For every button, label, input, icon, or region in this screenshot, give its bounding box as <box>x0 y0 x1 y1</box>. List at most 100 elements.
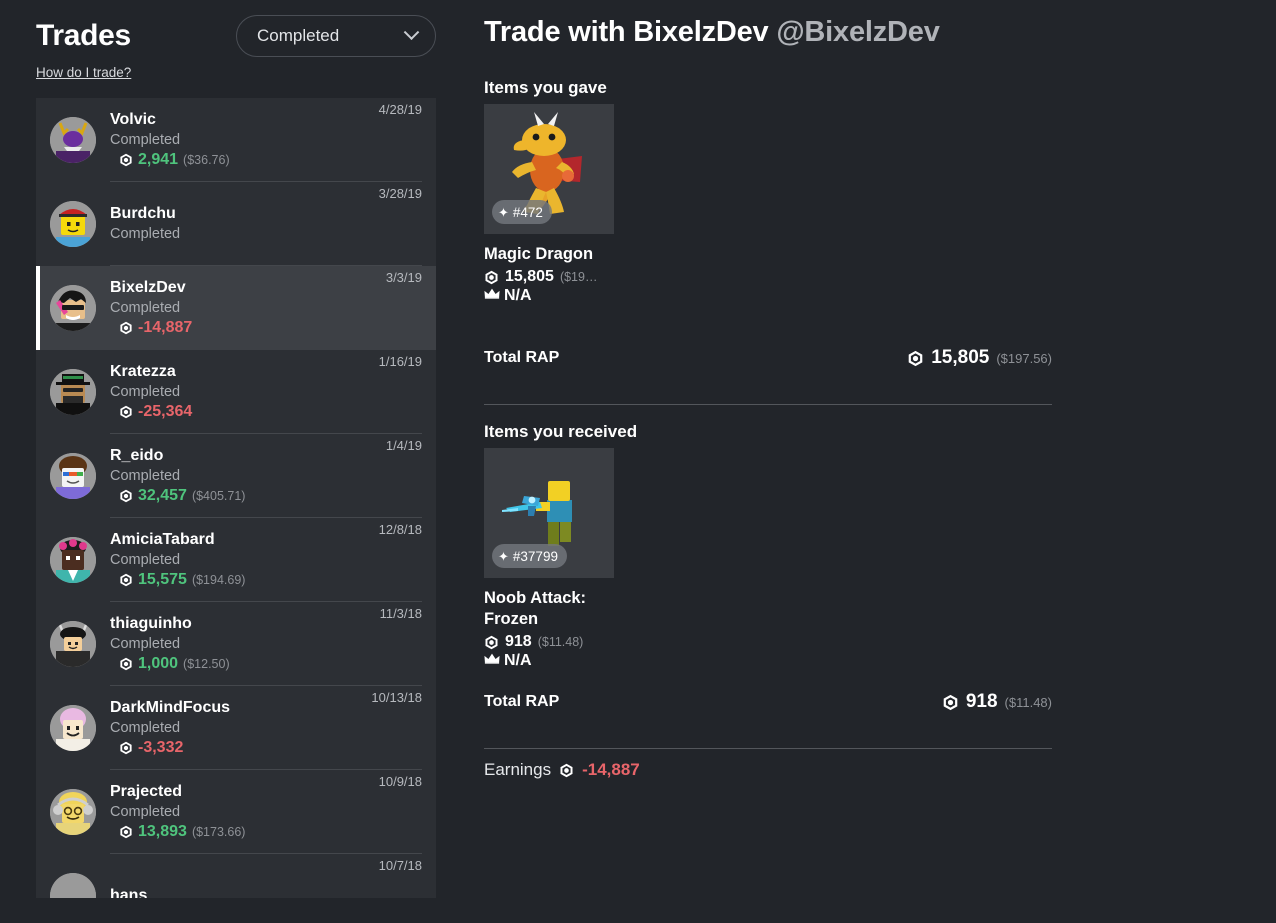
gave-item-value-line: N/A <box>484 287 684 305</box>
robux-icon <box>119 573 133 587</box>
gave-item-rap: 15,805 <box>505 268 554 285</box>
trade-status: Completed <box>110 719 181 736</box>
sidebar-header: Trades Completed <box>36 14 436 58</box>
avatar <box>50 285 96 331</box>
trade-title-handle: @BixelzDev <box>776 16 940 48</box>
trade-list-item-body: 10/9/18 Prajected Completed 13,893 ($173.66) <box>110 770 422 854</box>
trade-date: 12/8/18 <box>378 522 422 537</box>
received-total-rap-value-group: 918 ($11.48) <box>942 691 1052 713</box>
trade-list-item-body: 1/16/19 Kratezza Completed -25,364 <box>110 350 422 434</box>
trade-amount: 2,941 <box>138 150 179 168</box>
gave-item-value: N/A <box>504 287 532 304</box>
trade-date: 1/4/19 <box>385 438 422 453</box>
trade-list-item[interactable]: 10/9/18 Prajected Completed 13,893 ($173.66) <box>36 770 436 854</box>
trade-status: Completed <box>110 383 181 400</box>
gave-item-serial-badge: ✦ #472 <box>492 200 552 224</box>
trade-list-item[interactable]: 1/4/19 R_eido Completed 32,457 ($405.71) <box>36 434 436 518</box>
trade-list-item[interactable]: 11/3/18 thiaguinho Completed 1,000 ($12.50) <box>36 602 436 686</box>
trade-partner-name: Prajected <box>110 782 183 800</box>
trade-list[interactable]: 4/28/19 Volvic Completed 2,941 ($36.76) 3/28/… <box>36 98 436 898</box>
trade-value-line: 15,575 ($194.69) <box>110 570 418 590</box>
earnings-row: Earnings -14,887 <box>484 760 640 780</box>
avatar <box>50 789 96 835</box>
robux-icon <box>119 741 133 755</box>
robux-icon <box>119 405 133 419</box>
avatar <box>50 537 96 583</box>
gave-item-name[interactable]: Magic Dragon <box>484 244 612 265</box>
trade-amount-usd: ($36.76) <box>183 152 230 167</box>
trade-date: 1/16/19 <box>378 354 422 369</box>
trade-partner-name: Volvic <box>110 110 156 128</box>
trade-date: 11/3/18 <box>379 606 422 621</box>
trade-list-item[interactable]: 10/7/18 hans <box>36 854 436 898</box>
received-total-rap-amount: 918 <box>965 691 998 712</box>
trade-amount: 1,000 <box>138 654 179 672</box>
trade-partner-name: R_eido <box>110 446 164 464</box>
trade-date: 3/28/19 <box>378 186 422 201</box>
how-do-i-trade-link[interactable]: How do I trade? <box>36 65 131 80</box>
avatar <box>50 117 96 163</box>
crown-icon <box>484 287 500 305</box>
robux-icon <box>119 657 133 671</box>
gave-item-rap-line: 15,805 ($19… <box>484 268 684 286</box>
avatar <box>50 201 96 247</box>
trade-value-line: 1,000 ($12.50) <box>110 654 418 674</box>
robux-icon <box>484 270 499 285</box>
received-item-rap-usd: ($11.48) <box>537 635 584 649</box>
robux-icon <box>119 489 133 503</box>
received-item-value-line: N/A <box>484 652 684 670</box>
trade-list-item[interactable]: 3/3/19 BixelzDev Completed -14,887 <box>36 266 436 350</box>
robux-icon <box>942 694 959 711</box>
trade-amount: -14,887 <box>138 319 193 336</box>
trade-detail-title: Trade with BixelzDev @BixelzDev <box>484 16 940 49</box>
received-item-value: N/A <box>504 652 532 669</box>
received-item-name[interactable]: Noob Attack: Frozen <box>484 588 612 630</box>
robux-icon <box>907 350 924 367</box>
trade-status: Completed <box>110 131 181 148</box>
trade-status: Completed <box>110 803 181 820</box>
avatar <box>50 873 96 898</box>
trade-value-line: -14,887 <box>110 318 418 338</box>
gave-item-thumbnail[interactable]: ✦ #472 <box>484 104 614 234</box>
trades-sidebar: Trades Completed How do I trade? 4/28/19… <box>0 0 450 923</box>
gave-item-card[interactable]: ✦ #472 Magic Dragon 15,805 ($19… N/A <box>484 104 684 305</box>
trade-partner-name: BixelzDev <box>110 279 186 296</box>
sparkle-icon: ✦ <box>498 204 509 220</box>
gave-total-rap-row: Total RAP 15,805 ($197.56) <box>484 347 1052 369</box>
trade-amount-usd: ($12.50) <box>183 656 230 671</box>
trade-date: 4/28/19 <box>378 102 422 117</box>
trade-list-item[interactable]: 1/16/19 Kratezza Completed -25,364 <box>36 350 436 434</box>
received-item-serial-badge: ✦ #37799 <box>492 544 567 568</box>
trade-list-item-body: 3/3/19 BixelzDev Completed -14,887 <box>110 266 422 350</box>
trade-status: Completed <box>110 635 181 652</box>
trade-list-item-body: 10/7/18 hans <box>110 854 422 898</box>
trade-status: Completed <box>110 467 181 484</box>
received-item-thumbnail[interactable]: ✦ #37799 <box>484 448 614 578</box>
robux-icon <box>119 825 133 839</box>
gave-item-rap-usd: ($19… <box>559 270 598 284</box>
trade-list-item[interactable]: 3/28/19 Burdchu Completed <box>36 182 436 266</box>
section-divider <box>484 748 1052 749</box>
trade-partner-name: hans <box>110 887 148 898</box>
trade-list-item-body: 3/28/19 Burdchu Completed <box>110 182 422 266</box>
trade-list-item-body: 10/13/18 DarkMindFocus Completed -3,332 <box>110 686 422 770</box>
trade-list-item-body: 11/3/18 thiaguinho Completed 1,000 ($12.50) <box>110 602 422 686</box>
trade-value-line: 32,457 ($405.71) <box>110 486 418 506</box>
items-you-received-heading: Items you received <box>484 422 638 441</box>
chevron-down-icon <box>403 23 420 40</box>
received-total-rap-label: Total RAP <box>484 693 560 710</box>
trade-amount-usd: ($194.69) <box>191 572 246 587</box>
trade-date: 3/3/19 <box>385 270 422 285</box>
gave-total-rap-value-group: 15,805 ($197.56) <box>907 347 1052 369</box>
received-total-rap-usd: ($11.48) <box>1004 694 1052 710</box>
trade-amount: 32,457 <box>138 486 187 504</box>
avatar <box>50 705 96 751</box>
trade-list-item[interactable]: 12/8/18 AmiciaTabard Completed 15,575 ($194.… <box>36 518 436 602</box>
trade-list-item[interactable]: 4/28/19 Volvic Completed 2,941 ($36.76) <box>36 98 436 182</box>
trade-status: Completed <box>110 551 181 568</box>
trade-list-item[interactable]: 10/13/18 DarkMindFocus Completed -3,332 <box>36 686 436 770</box>
received-item-card[interactable]: ✦ #37799 Noob Attack: Frozen 918 ($11.48… <box>484 448 684 670</box>
status-filter-dropdown[interactable]: Completed <box>236 15 436 57</box>
trade-date: 10/9/18 <box>378 774 422 789</box>
trade-detail-panel: Trade with BixelzDev @BixelzDev Items yo… <box>450 0 1276 923</box>
